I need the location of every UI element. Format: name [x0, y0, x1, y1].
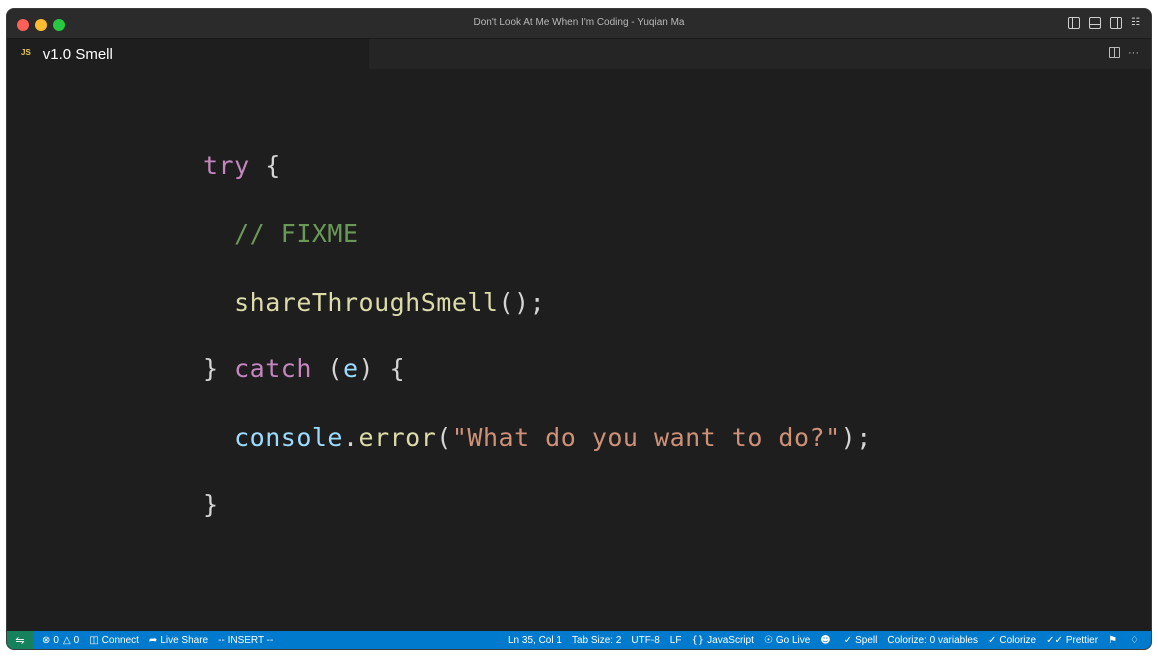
live-share-label: Live Share: [160, 634, 209, 646]
cursor-position[interactable]: Ln 35, Col 1: [503, 631, 567, 649]
code-line-3: shareThroughSmell();: [203, 288, 545, 317]
live-share-icon: ➦: [148, 634, 158, 646]
vim-mode-indicator: -- INSERT --: [213, 631, 278, 649]
copilot-button[interactable]: ☻: [815, 631, 838, 649]
comment-token: // FIXME: [234, 219, 359, 248]
colorize-label: Colorize: [999, 634, 1037, 646]
code-line-5: console.error("What do you want to do?")…: [203, 423, 872, 452]
editor-actions: ···: [1109, 47, 1139, 58]
spell-check-button[interactable]: ✓ Spell: [839, 631, 883, 649]
punctuation-token: .: [342, 423, 359, 452]
prettier-button[interactable]: ✓✓ Prettier: [1041, 631, 1103, 649]
toggle-primary-sidebar-icon[interactable]: [1068, 17, 1080, 29]
language-label: JavaScript: [707, 634, 754, 646]
bell-icon: ♢: [1130, 634, 1139, 646]
toggle-secondary-sidebar-icon[interactable]: [1110, 17, 1122, 29]
more-actions-icon[interactable]: ···: [1128, 47, 1139, 58]
double-check-icon: ✓✓: [1046, 634, 1063, 646]
split-editor-icon[interactable]: [1109, 47, 1120, 58]
problems-indicator[interactable]: ⊗ 0 △ 0: [37, 631, 84, 649]
punctuation-token: (: [311, 354, 343, 383]
warning-count: 0: [73, 634, 80, 646]
copilot-icon: ☻: [820, 634, 831, 646]
tab-label: v1.0 Smell: [42, 45, 113, 63]
broadcast-icon: ☉: [763, 634, 773, 646]
live-share-button[interactable]: ➦ Live Share: [144, 631, 213, 649]
variable-token: console: [234, 423, 343, 452]
go-live-label: Go Live: [775, 634, 811, 646]
database-icon: ◫: [89, 634, 99, 646]
layout-controls: ☷: [1068, 17, 1143, 29]
code-line-6: }: [203, 490, 219, 519]
colorize-variables-status[interactable]: Colorize: 0 variables: [882, 631, 983, 649]
language-mode-selector[interactable]: {} JavaScript: [686, 631, 758, 649]
code-line-4: } catch (e) {: [203, 354, 405, 383]
warning-icon: △: [62, 634, 71, 646]
check-icon: ✓: [843, 634, 853, 646]
customize-layout-icon[interactable]: ☷: [1131, 17, 1143, 29]
eol-label: LF: [669, 634, 682, 646]
spell-label: Spell: [855, 634, 878, 646]
prettier-label: Prettier: [1065, 634, 1099, 646]
encoding-selector[interactable]: UTF-8: [626, 631, 664, 649]
punctuation-token: ();: [498, 288, 546, 317]
tab-size-label: Tab Size: 2: [571, 634, 622, 646]
feedback-button[interactable]: ⚑: [1103, 631, 1125, 649]
eol-selector[interactable]: LF: [665, 631, 687, 649]
tab-v1-smell[interactable]: JS v1.0 Smell: [7, 39, 369, 69]
punctuation-token: );: [840, 423, 872, 452]
function-token: shareThroughSmell: [234, 288, 499, 317]
editor-tab-bar: JS v1.0 Smell ···: [7, 39, 1151, 69]
error-icon: ⊗: [42, 634, 51, 646]
status-bar: ⇋ ⊗ 0 △ 0 ◫ Connect ➦ Live Share -- INSE…: [7, 631, 1151, 649]
connect-label: Connect: [101, 634, 139, 646]
go-live-button[interactable]: ☉ Go Live: [759, 631, 815, 649]
vscode-window: Don't Look At Me When I'm Coding - Yuqia…: [6, 8, 1152, 650]
punctuation-token: {: [249, 151, 281, 180]
connect-button[interactable]: ◫ Connect: [84, 631, 144, 649]
keyword-token: catch: [234, 354, 312, 383]
colorize-variables-label: Colorize: 0 variables: [887, 634, 978, 646]
window-title: Don't Look At Me When I'm Coding - Yuqia…: [473, 17, 685, 28]
parameter-token: e: [342, 354, 359, 383]
remote-icon[interactable]: ⇋: [7, 631, 33, 649]
keyword-token: try: [203, 151, 250, 180]
punctuation-token: }: [203, 490, 219, 519]
punctuation-token: ) {: [358, 354, 406, 383]
encoding-label: UTF-8: [631, 634, 660, 646]
punctuation-token: (: [436, 423, 452, 452]
method-token: error: [358, 423, 437, 452]
feedback-icon: ⚑: [1108, 634, 1118, 646]
punctuation-token: }: [203, 354, 235, 383]
code-line-2: // FIXME: [203, 219, 359, 248]
title-bar: Don't Look At Me When I'm Coding - Yuqia…: [7, 9, 1151, 39]
javascript-file-icon: JS: [21, 47, 31, 57]
vim-mode-label: -- INSERT --: [218, 634, 274, 646]
code-editor[interactable]: try { // FIXME shareThroughSmell(); } ca…: [7, 69, 1151, 633]
notifications-button[interactable]: ♢: [1125, 631, 1147, 649]
code-line-1: try {: [203, 151, 281, 180]
toggle-panel-icon[interactable]: [1089, 17, 1101, 29]
braces-icon: {}: [691, 634, 705, 646]
check-icon: ✓: [987, 634, 997, 646]
string-token: "What do you want to do?": [451, 423, 841, 452]
error-count: 0: [53, 634, 59, 646]
cursor-position-label: Ln 35, Col 1: [508, 634, 562, 646]
tab-size-selector[interactable]: Tab Size: 2: [567, 631, 626, 649]
colorize-button[interactable]: ✓ Colorize: [983, 631, 1041, 649]
